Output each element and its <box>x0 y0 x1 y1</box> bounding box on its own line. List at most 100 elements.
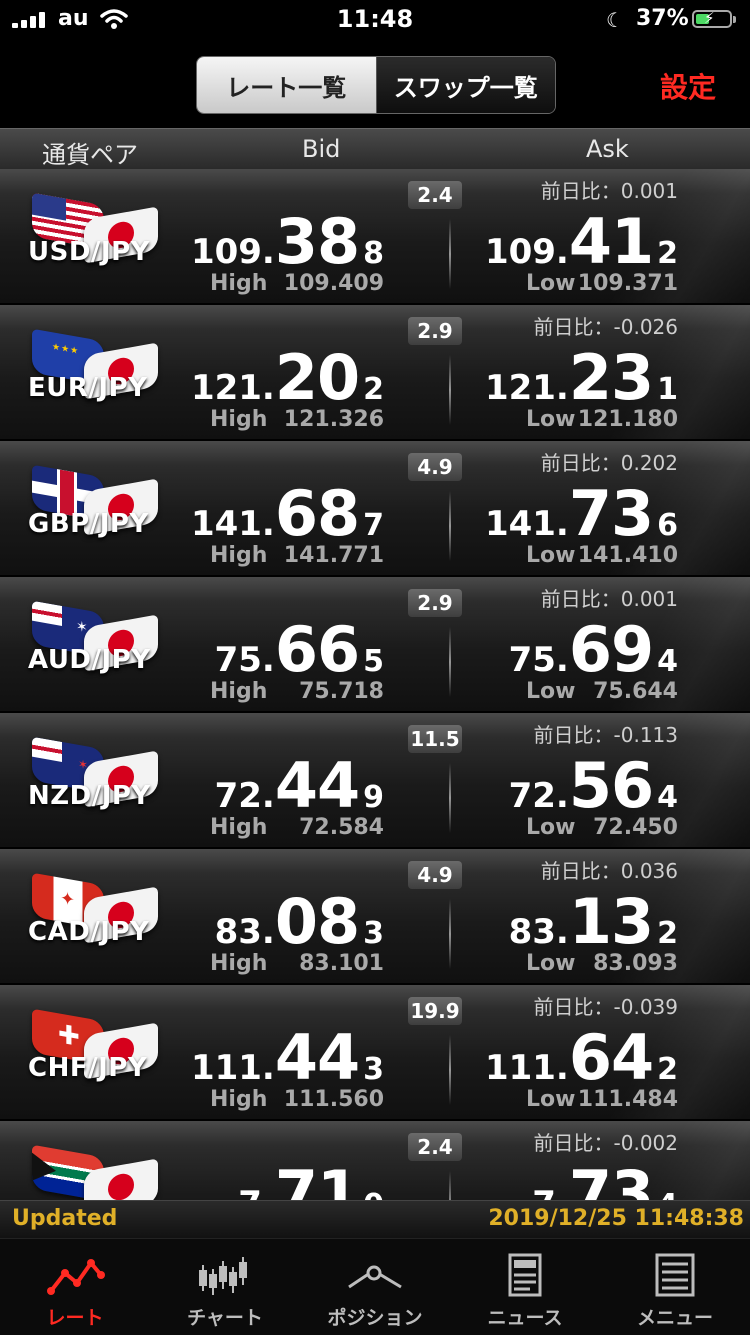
ask-price-fraction: 4 <box>657 780 678 815</box>
bid-price-pips: 68 <box>274 477 360 550</box>
tab-menu-label: メニュー <box>636 1307 713 1329</box>
bid-price-pips: 44 <box>274 1021 360 1094</box>
ask-price[interactable]: 83.13 2 <box>509 885 678 958</box>
low-label: Low <box>526 1087 576 1112</box>
bid-price[interactable]: 75.66 5 <box>215 613 384 686</box>
news-icon <box>508 1253 542 1297</box>
bid-price[interactable]: 7.710 <box>238 1157 384 1200</box>
bid-price[interactable]: 141.68 7 <box>191 477 384 550</box>
divider <box>449 627 451 697</box>
high-label: High <box>210 1087 268 1112</box>
high-value: 109.409 <box>283 271 384 296</box>
ask-price[interactable]: 109.41 2 <box>485 205 678 278</box>
spread-badge: 4.9 <box>408 453 462 481</box>
day-change: 前日比：0.001 <box>540 587 678 611</box>
spread-badge: 2.4 <box>408 1133 462 1161</box>
column-header: 通貨ペア Bid Ask <box>0 128 750 170</box>
tab-rate-list[interactable]: レート一覧 <box>197 57 376 113</box>
tab-menu[interactable]: メニュー <box>600 1239 750 1335</box>
ask-price-fraction: 6 <box>657 508 678 543</box>
rate-line-icon <box>47 1259 105 1295</box>
day-change: 前日比：0.202 <box>540 451 678 475</box>
ask-price-major: 75. <box>508 640 569 680</box>
high-value: 121.326 <box>283 407 384 432</box>
ask-price-pips: 41 <box>568 205 654 278</box>
ask-price-fraction: 2 <box>657 236 678 271</box>
bid-price-major: 141. <box>190 504 275 544</box>
bid-price[interactable]: 72.44 9 <box>215 749 384 822</box>
tab-rate[interactable]: レート <box>0 1239 150 1335</box>
tab-chart[interactable]: チャート <box>150 1239 300 1335</box>
low-label: Low <box>526 815 576 840</box>
low-label: Low <box>526 271 576 296</box>
high-value: 141.771 <box>283 543 384 568</box>
status-bar: au 11:48 ☾ 37% ⚡ <box>0 0 750 40</box>
ask-price-pips: 23 <box>568 341 654 414</box>
ask-price[interactable]: 7.734 <box>532 1157 678 1200</box>
high-label: High <box>210 543 268 568</box>
rate-row[interactable]: AUD/JPY2.9前日比：0.00175.66575.694High75.71… <box>0 577 750 713</box>
bid-price-fraction: 0 <box>363 1188 384 1200</box>
ask-price-pips: 69 <box>568 613 654 686</box>
ask-price[interactable]: 141.73 6 <box>485 477 678 550</box>
high-value: 111.560 <box>283 1087 384 1112</box>
ask-price-major: 141. <box>484 504 569 544</box>
tab-swap-list[interactable]: スワップ一覧 <box>375 57 555 113</box>
divider <box>449 1171 451 1200</box>
tab-news[interactable]: ニュース <box>450 1239 600 1335</box>
ask-price-major: 83. <box>508 912 569 952</box>
tab-bar: レート チャート ポジション ニュース メニュー <box>0 1238 750 1335</box>
bid-price-fraction: 3 <box>363 916 384 951</box>
settings-button[interactable]: 設定 <box>660 66 716 106</box>
updated-timestamp: 2019/12/25 11:48:38 <box>488 1206 744 1231</box>
low-value: 141.410 <box>577 543 678 568</box>
ask-price[interactable]: 72.56 4 <box>509 749 678 822</box>
high-label: High <box>210 679 268 704</box>
column-ask: Ask <box>586 135 629 163</box>
tab-position[interactable]: ポジション <box>300 1239 450 1335</box>
rate-row[interactable]: 2.4前日比：-0.0027.7107.734 <box>0 1121 750 1200</box>
spread-badge: 19.9 <box>408 997 462 1025</box>
divider <box>449 899 451 969</box>
rate-row[interactable]: EUR/JPY2.9前日比：-0.026121.202121.231High12… <box>0 305 750 441</box>
pair-label: EUR/JPY <box>28 373 148 403</box>
ask-price-fraction: 4 <box>657 644 678 679</box>
tab-position-label: ポジション <box>327 1307 423 1329</box>
ask-price[interactable]: 75.69 4 <box>509 613 678 686</box>
ask-price-major: 111. <box>484 1048 569 1088</box>
low-value: 72.450 <box>593 815 678 840</box>
ask-price-fraction: 1 <box>657 372 678 407</box>
bid-price[interactable]: 111.44 3 <box>191 1021 384 1094</box>
bid-price-major: 109. <box>190 232 275 272</box>
tab-chart-label: チャート <box>187 1307 263 1329</box>
bid-price-fraction: 7 <box>363 508 384 543</box>
high-label: High <box>210 407 268 432</box>
bid-price-major: 75. <box>214 640 275 680</box>
rate-row[interactable]: CAD/JPY4.9前日比：0.03683.08383.132High83.10… <box>0 849 750 985</box>
low-label: Low <box>526 407 576 432</box>
rate-row[interactable]: USD/JPY 2.4 前日比：0.001 109.38 8 109.41 2 High 109… <box>0 169 750 305</box>
ask-price[interactable]: 111.64 2 <box>485 1021 678 1094</box>
pair-label: GBP/JPY <box>28 509 149 539</box>
low-value: 109.371 <box>577 271 678 296</box>
bid-price-fraction: 5 <box>363 644 384 679</box>
bid-price-pips: 08 <box>274 885 360 958</box>
ask-price-major: 72. <box>508 776 569 816</box>
rate-list[interactable]: USD/JPY 2.4 前日比：0.001 109.38 8 109.41 2 High 109… <box>0 169 750 1200</box>
ask-price-pips: 73 <box>568 1157 654 1200</box>
divider <box>449 219 451 289</box>
bid-price-major: 83. <box>214 912 275 952</box>
bid-price[interactable]: 121.20 2 <box>191 341 384 414</box>
ask-price-major: 7. <box>532 1184 569 1200</box>
low-value: 83.093 <box>593 951 678 976</box>
rate-row[interactable]: CHF/JPY19.9前日比：-0.039111.443111.642High1… <box>0 985 750 1121</box>
bid-price[interactable]: 83.08 3 <box>215 885 384 958</box>
ask-price[interactable]: 121.23 1 <box>485 341 678 414</box>
bid-price-pips: 44 <box>274 749 360 822</box>
rate-row[interactable]: GBP/JPY 4.9 前日比：0.202 141.68 7 141.73 6 High 141… <box>0 441 750 577</box>
bid-price-pips: 66 <box>274 613 360 686</box>
bid-price[interactable]: 109.38 8 <box>191 205 384 278</box>
divider <box>449 763 451 833</box>
rate-row[interactable]: NZD/JPY11.5前日比：-0.11372.44972.564High72.… <box>0 713 750 849</box>
divider <box>449 491 451 561</box>
